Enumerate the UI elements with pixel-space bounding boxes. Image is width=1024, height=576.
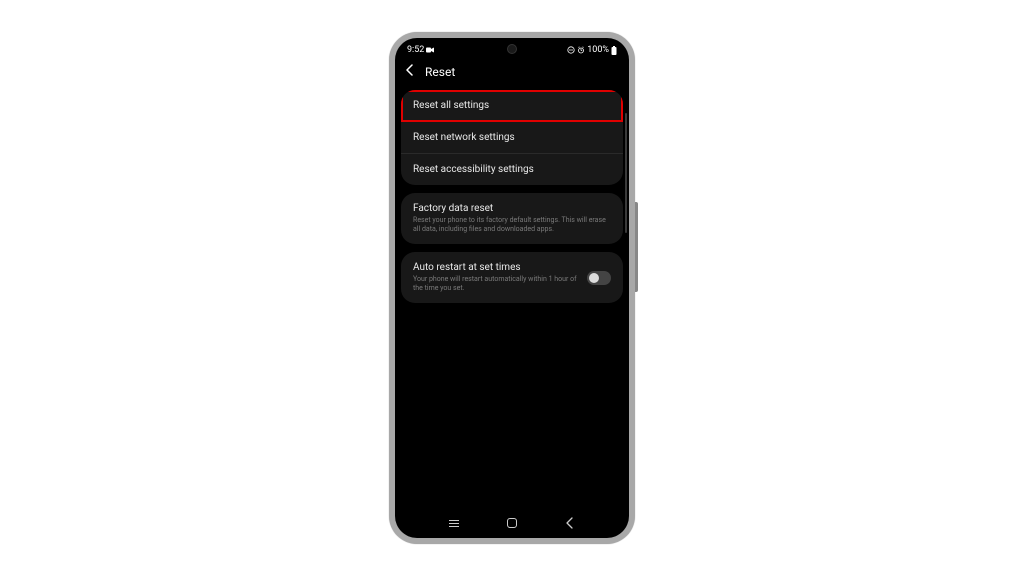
item-title: Reset accessibility settings [413, 164, 611, 175]
camera-notch [507, 44, 517, 54]
status-right: 100% [567, 45, 617, 55]
home-button[interactable] [502, 513, 522, 533]
battery-icon [611, 46, 617, 55]
page-header: Reset [395, 58, 629, 90]
phone-frame: 9:52 100% Reset [389, 32, 635, 544]
clock: 9:52 [407, 45, 424, 55]
nav-back-button[interactable] [560, 513, 580, 533]
navigation-bar [395, 508, 629, 538]
reset-all-settings-item[interactable]: Reset all settings [401, 90, 623, 122]
back-icon[interactable] [405, 64, 415, 80]
recents-button[interactable] [444, 513, 464, 533]
recents-icon [449, 520, 459, 527]
reset-group: Reset all settings Reset network setting… [401, 90, 623, 185]
factory-data-reset-item[interactable]: Factory data reset Reset your phone to i… [401, 193, 623, 244]
home-icon [507, 518, 517, 528]
item-title: Reset network settings [413, 132, 611, 143]
toggle-knob [589, 273, 599, 283]
power-button [635, 202, 638, 292]
factory-reset-group: Factory data reset Reset your phone to i… [401, 193, 623, 244]
item-subtitle: Your phone will restart automatically wi… [413, 275, 579, 293]
video-icon [426, 47, 434, 53]
reset-accessibility-settings-item[interactable]: Reset accessibility settings [401, 154, 623, 185]
auto-restart-group: Auto restart at set times Your phone wil… [401, 252, 623, 303]
battery-percent: 100% [587, 45, 609, 55]
item-title: Auto restart at set times [413, 262, 579, 273]
status-left: 9:52 [407, 45, 434, 55]
alarm-icon [577, 46, 585, 54]
page-title: Reset [425, 65, 455, 79]
item-title: Reset all settings [413, 100, 611, 111]
settings-content: Reset all settings Reset network setting… [395, 90, 629, 303]
scrollbar[interactable] [625, 113, 627, 233]
chevron-left-icon [565, 517, 575, 529]
reset-network-settings-item[interactable]: Reset network settings [401, 122, 623, 154]
item-subtitle: Reset your phone to its factory default … [413, 216, 611, 234]
auto-restart-item[interactable]: Auto restart at set times Your phone wil… [401, 252, 623, 303]
phone-screen: 9:52 100% Reset [395, 38, 629, 538]
dnd-icon [567, 46, 575, 54]
item-title: Factory data reset [413, 203, 611, 214]
auto-restart-toggle[interactable] [587, 271, 611, 285]
